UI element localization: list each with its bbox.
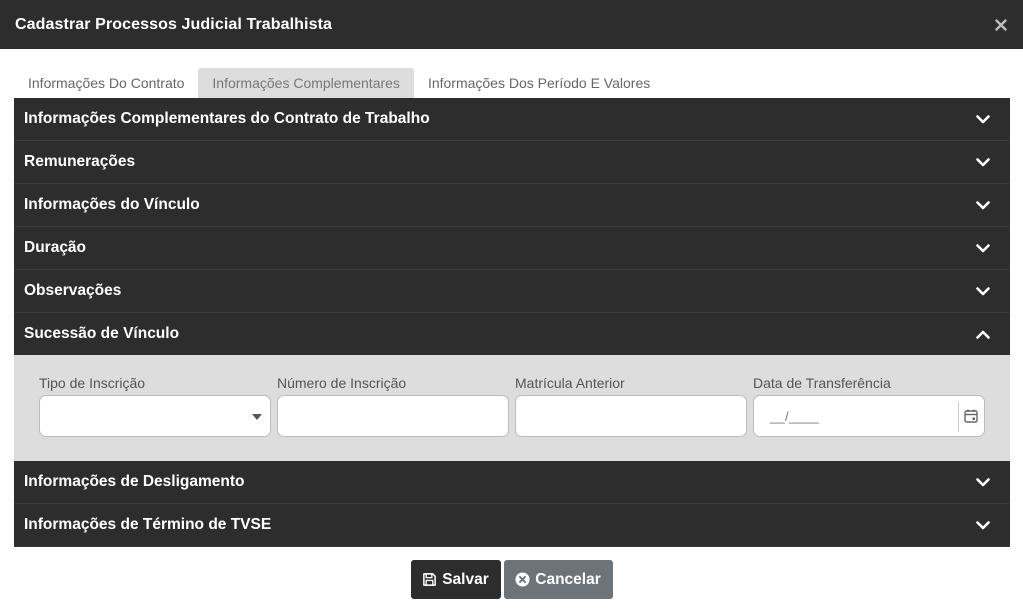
section-title: Informações de Desligamento <box>24 473 245 490</box>
chevron-down-icon <box>974 196 992 214</box>
section-header-informacoes-do-vinculo[interactable]: Informações do Vínculo <box>14 184 1010 227</box>
close-icon[interactable] <box>993 17 1009 33</box>
chevron-down-icon <box>974 239 992 257</box>
numero-inscricao-label: Número de Inscrição <box>277 375 407 391</box>
data-transferencia-input[interactable]: __/____ <box>753 395 985 437</box>
section-body-sucessao-de-vinculo: Tipo de Inscrição Número de Inscrição Ma… <box>14 355 1010 461</box>
field-tipo-inscricao: Tipo de Inscrição <box>39 375 271 437</box>
tipo-inscricao-select[interactable] <box>39 395 271 437</box>
section-title: Informações de Término de TVSE <box>24 516 272 533</box>
section-header-informacoes-de-termino-tvse[interactable]: Informações de Término de TVSE <box>14 504 1010 547</box>
field-numero-inscricao: Número de Inscrição <box>277 375 509 437</box>
field-matricula-anterior: Matrícula Anterior <box>515 375 747 437</box>
section-title: Informações Complementares do Contrato d… <box>24 110 430 127</box>
chevron-down-icon <box>974 282 992 300</box>
chevron-down-icon <box>974 516 992 534</box>
calendar-icon[interactable] <box>963 408 979 424</box>
matricula-anterior-input[interactable] <box>515 395 747 437</box>
numero-inscricao-input[interactable] <box>277 395 509 437</box>
modal-dialog: Cadastrar Processos Judicial Trabalhista… <box>0 0 1023 612</box>
data-transferencia-placeholder: __/____ <box>770 409 820 424</box>
accordion: Informações Complementares do Contrato d… <box>14 98 1010 547</box>
tab-bar: Informações Do Contrato Informações Comp… <box>14 68 664 98</box>
data-transferencia-label: Data de Transferência <box>753 375 891 391</box>
modal-header: Cadastrar Processos Judicial Trabalhista <box>0 0 1023 49</box>
tab-informacoes-complementares[interactable]: Informações Complementares <box>198 68 414 98</box>
cancel-button-label: Cancelar <box>535 570 601 588</box>
chevron-up-icon <box>974 325 992 343</box>
matricula-anterior-label: Matrícula Anterior <box>515 375 625 391</box>
save-button-label: Salvar <box>442 570 489 588</box>
section-title: Informações do Vínculo <box>24 196 200 213</box>
save-button[interactable]: Salvar <box>410 560 501 599</box>
section-title: Sucessão de Vínculo <box>24 325 180 342</box>
section-title: Observações <box>24 282 122 299</box>
section-header-remuneracoes[interactable]: Remunerações <box>14 141 1010 184</box>
input-divider <box>958 402 959 432</box>
tab-informacoes-do-contrato[interactable]: Informações Do Contrato <box>14 68 198 98</box>
tipo-inscricao-label: Tipo de Inscrição <box>39 375 146 391</box>
section-header-informacoes-complementares-contrato[interactable]: Informações Complementares do Contrato d… <box>14 98 1010 141</box>
modal-title: Cadastrar Processos Judicial Trabalhista <box>15 15 333 33</box>
modal-footer: Salvar Cancelar <box>0 560 1023 599</box>
section-header-duracao[interactable]: Duração <box>14 227 1010 270</box>
section-title: Duração <box>24 239 87 256</box>
floppy-disk-icon <box>422 572 437 587</box>
field-data-transferencia: Data de Transferência __/____ <box>753 375 985 437</box>
section-header-informacoes-de-desligamento[interactable]: Informações de Desligamento <box>14 461 1010 504</box>
x-circle-icon <box>515 572 530 587</box>
section-title: Remunerações <box>24 153 136 170</box>
chevron-down-icon <box>974 153 992 171</box>
chevron-down-icon <box>974 473 992 491</box>
tab-informacoes-dos-periodo-e-valores[interactable]: Informações Dos Período E Valores <box>414 68 664 98</box>
section-header-sucessao-de-vinculo[interactable]: Sucessão de Vínculo <box>14 313 1010 355</box>
chevron-down-icon <box>974 110 992 128</box>
section-header-observacoes[interactable]: Observações <box>14 270 1010 313</box>
caret-down-icon <box>252 414 262 420</box>
cancel-button[interactable]: Cancelar <box>503 560 613 599</box>
